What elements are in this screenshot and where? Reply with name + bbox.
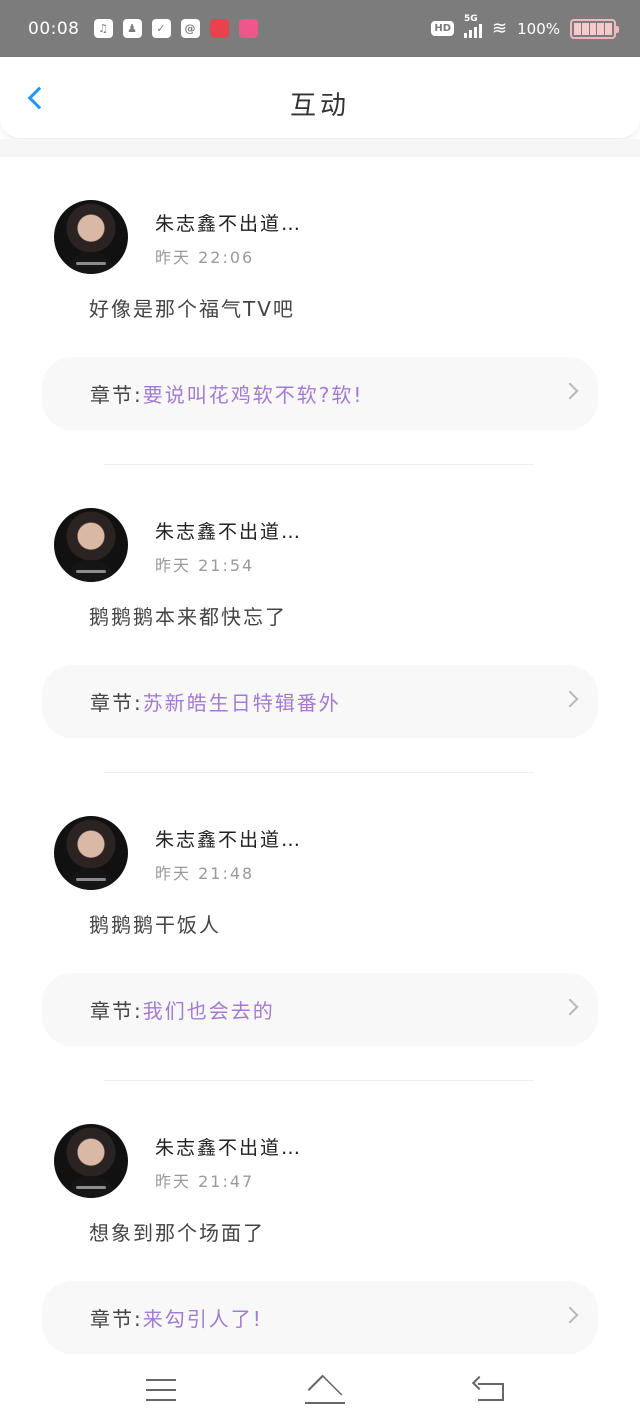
chevron-right-icon: [561, 1306, 579, 1324]
chapter-link[interactable]: 章节: 来勾引人了!: [42, 1281, 598, 1354]
chapter-title: 要说叫花鸡软不软?软!: [142, 383, 364, 407]
page-title: 互动: [289, 91, 350, 121]
chapter-link[interactable]: 章节: 苏新皓生日特辑番外: [42, 665, 598, 738]
chevron-right-icon: [561, 998, 579, 1016]
feed-item: 朱志鑫不出道… 昨天 21:47 想象到那个场面了 章节: 来勾引人了!: [0, 1081, 640, 1389]
checkbox-icon: ✓: [151, 19, 171, 38]
feed-item: 朱志鑫不出道… 昨天 22:06 好像是那个福气TV吧 章节: 要说叫花鸡软不软…: [0, 157, 640, 465]
chevron-right-icon: [561, 690, 579, 708]
comment-text: 好像是那个福气TV吧: [89, 297, 295, 321]
avatar[interactable]: [54, 816, 128, 890]
username[interactable]: 朱志鑫不出道…: [155, 825, 302, 852]
timestamp: 昨天 22:06: [155, 248, 255, 267]
signal-icon: 5G: [464, 14, 483, 38]
status-time: 00:08: [28, 18, 80, 39]
comment-text: 想象到那个场面了: [89, 1221, 265, 1245]
back-icon[interactable]: [471, 1375, 504, 1402]
qq-icon: ♟: [122, 19, 142, 38]
username[interactable]: 朱志鑫不出道…: [155, 209, 302, 236]
chapter-title: 苏新皓生日特辑番外: [142, 691, 341, 715]
status-bar: 00:08 ♫ ♟ ✓ @ HD 5G ≋ 100%: [0, 0, 640, 57]
menu-icon[interactable]: [146, 1379, 176, 1401]
chapter-title: 来勾引人了!: [142, 1307, 263, 1331]
chevron-right-icon: [561, 382, 579, 400]
notification-icons: ♫ ♟ ✓ @: [93, 19, 258, 38]
comment-text: 鹅鹅鹅本来都快忘了: [89, 605, 287, 629]
timestamp: 昨天 21:47: [155, 1172, 255, 1191]
feed-item: 朱志鑫不出道… 昨天 21:54 鹅鹅鹅本来都快忘了 章节: 苏新皓生日特辑番外: [0, 465, 640, 773]
chapter-prefix: 章节:: [90, 691, 143, 715]
home-icon[interactable]: [305, 1374, 345, 1410]
app-red-icon: [209, 19, 229, 38]
status-right: HD 5G ≋ 100%: [431, 14, 619, 39]
wifi-icon: ≋: [492, 17, 508, 39]
chapter-prefix: 章节:: [90, 999, 143, 1023]
chapter-title: 我们也会去的: [142, 999, 275, 1023]
avatar[interactable]: [54, 200, 128, 274]
feed-item: 朱志鑫不出道… 昨天 21:48 鹅鹅鹅干饭人 章节: 我们也会去的: [0, 773, 640, 1081]
username[interactable]: 朱志鑫不出道…: [155, 517, 302, 544]
battery-icon: [570, 18, 619, 39]
header: 互动: [0, 57, 640, 139]
comment-text: 鹅鹅鹅干饭人: [89, 913, 221, 937]
at-icon: @: [180, 19, 200, 38]
timestamp: 昨天 21:48: [155, 864, 255, 883]
network-type: 5G: [464, 13, 478, 24]
header-divider: [0, 139, 640, 157]
chapter-prefix: 章节:: [90, 383, 143, 407]
interaction-feed: 朱志鑫不出道… 昨天 22:06 好像是那个福气TV吧 章节: 要说叫花鸡软不软…: [0, 157, 640, 1389]
timestamp: 昨天 21:54: [155, 556, 255, 575]
chapter-link[interactable]: 章节: 我们也会去的: [42, 973, 598, 1046]
hd-badge: HD: [431, 21, 455, 36]
chapter-link[interactable]: 章节: 要说叫花鸡软不软?软!: [42, 357, 598, 430]
username[interactable]: 朱志鑫不出道…: [155, 1133, 302, 1160]
battery-percent: 100%: [517, 19, 560, 38]
chapter-prefix: 章节:: [90, 1307, 143, 1331]
app-pink-icon: [238, 19, 258, 38]
system-nav-bar: [0, 1355, 640, 1425]
avatar[interactable]: [54, 508, 128, 582]
avatar[interactable]: [54, 1124, 128, 1198]
audio-icon: ♫: [93, 19, 113, 38]
